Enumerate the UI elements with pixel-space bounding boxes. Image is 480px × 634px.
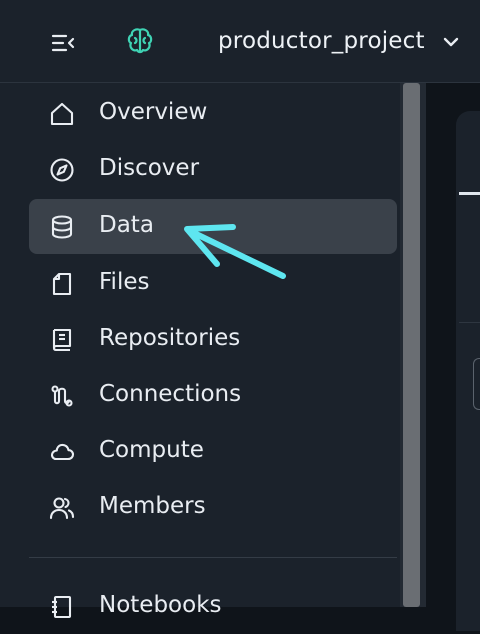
sidebar-item-label: Notebooks (99, 592, 222, 618)
brain-icon[interactable] (124, 25, 156, 57)
sidebar-item-members[interactable]: Members (29, 480, 397, 535)
sidebar-divider (29, 557, 397, 558)
sidebar-toggle-button[interactable] (47, 27, 79, 59)
sidebar-item-label: Members (99, 493, 206, 519)
sidebar-item-label: Files (99, 269, 150, 295)
sidebar-scrollbar-thumb[interactable] (403, 83, 420, 607)
sidebar-collapse-icon (51, 34, 75, 52)
sidebar: Overview Discover Data Files Repositorie… (0, 83, 400, 619)
sidebar-item-files[interactable]: Files (29, 256, 397, 311)
project-dropdown-button[interactable] (440, 31, 462, 53)
users-icon (49, 497, 75, 520)
active-tab-indicator (459, 192, 480, 195)
compass-icon (50, 158, 74, 182)
book-icon (52, 328, 72, 352)
sidebar-item-label: Repositories (99, 325, 241, 351)
sidebar-item-data[interactable]: Data (29, 199, 397, 254)
chevron-down-icon (443, 37, 459, 47)
connections-icon (51, 385, 73, 407)
sidebar-item-repositories[interactable]: Repositories (29, 312, 397, 367)
project-name[interactable]: productor_project (218, 28, 425, 54)
sidebar-item-compute[interactable]: Compute (29, 424, 397, 479)
home-icon (50, 102, 74, 126)
sidebar-item-label: Overview (99, 99, 208, 125)
sidebar-item-label: Connections (99, 381, 242, 407)
content-control[interactable] (473, 358, 480, 410)
sidebar-item-label: Compute (99, 437, 204, 463)
sidebar-item-label: Discover (99, 155, 200, 181)
sidebar-item-overview[interactable]: Overview (29, 86, 397, 141)
file-icon (52, 272, 72, 296)
top-bar: productor_project (0, 0, 480, 83)
sidebar-item-discover[interactable]: Discover (29, 142, 397, 197)
content-divider (459, 322, 480, 323)
sidebar-item-connections[interactable]: Connections (29, 368, 397, 423)
database-icon (51, 215, 73, 239)
cloud-icon (50, 443, 75, 461)
sidebar-item-label: Data (99, 212, 154, 238)
notebook-icon (52, 595, 72, 619)
